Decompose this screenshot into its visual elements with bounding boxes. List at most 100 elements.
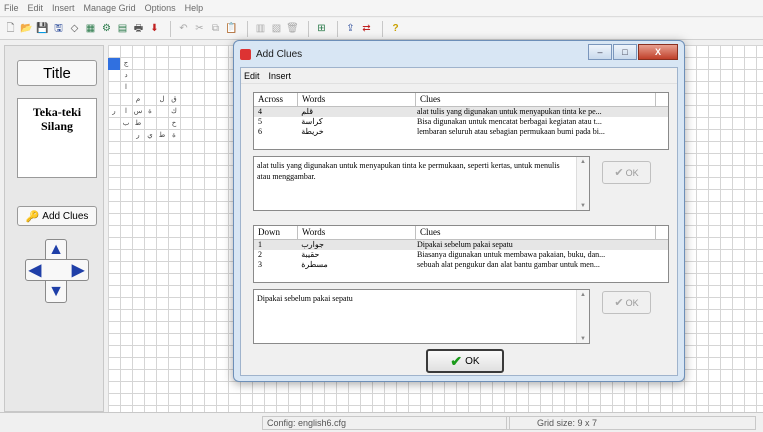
- scrollbar[interactable]: ▲ ▼: [576, 290, 589, 343]
- menu-options[interactable]: Options: [145, 3, 176, 13]
- across-row[interactable]: 4 قلم alat tulis yang digunakan untuk me…: [254, 107, 668, 117]
- menu-insert[interactable]: Insert: [52, 3, 75, 13]
- toolbar-separator: [337, 20, 338, 37]
- arrow-down-icon[interactable]: ⬇: [148, 22, 161, 35]
- clue-text: Dipakai sebelum pakai sepatu: [417, 240, 513, 249]
- layers-icon[interactable]: ▧: [270, 22, 283, 35]
- app-icon: [240, 48, 251, 60]
- grid-letter: ك: [171, 108, 177, 115]
- add-clues-dialog: Add Clues – □ X Edit Insert Across Words…: [233, 40, 685, 382]
- grid-letter: ا: [125, 108, 127, 115]
- open-folder-icon[interactable]: 📂: [20, 22, 33, 35]
- column-header-words[interactable]: Words: [298, 226, 416, 239]
- title-button[interactable]: Title: [17, 60, 97, 86]
- undo-icon[interactable]: ↶: [177, 22, 190, 35]
- clue-text: lembaran seluruh atau sebagian permukaan…: [417, 127, 605, 136]
- clue-word: قلم: [301, 107, 314, 116]
- scrollbar[interactable]: ▲ ▼: [576, 157, 589, 210]
- shape-icon[interactable]: ◇: [68, 22, 81, 35]
- ok-label: OK: [465, 355, 480, 367]
- grid-letter: ا: [125, 84, 127, 91]
- sync-icon[interactable]: ⇄: [360, 22, 373, 35]
- menu-manage-grid[interactable]: Manage Grid: [84, 3, 136, 13]
- clue-word: كراسة: [301, 117, 323, 126]
- print-icon[interactable]: 🖶: [132, 22, 145, 35]
- down-ok-button[interactable]: ✔ OK: [602, 291, 651, 314]
- minimize-button[interactable]: –: [588, 44, 612, 60]
- column-header-down[interactable]: Down: [254, 226, 298, 239]
- across-clue-editor[interactable]: alat tulis yang digunakan untuk menyapuk…: [253, 156, 590, 211]
- grid-letter: ة: [148, 108, 152, 115]
- down-clue-text: Dipakai sebelum pakai sepatu: [257, 294, 353, 303]
- column-header-words[interactable]: Words: [298, 93, 416, 106]
- checkmark-icon: ✔: [450, 352, 463, 369]
- grid-cursor-cell[interactable]: [108, 58, 120, 70]
- fill-icon[interactable]: ▥: [254, 22, 267, 35]
- column-header-clues[interactable]: Clues: [416, 226, 656, 239]
- column-header-clues[interactable]: Clues: [416, 93, 656, 106]
- menu-bar: File Edit Insert Manage Grid Options Hel…: [0, 0, 763, 17]
- grid-resize-icon[interactable]: ⊞: [315, 22, 328, 35]
- clue-text: Biasanya digunakan untuk membawa pakaian…: [417, 250, 606, 259]
- status-config: Config: english6.cfg: [262, 416, 510, 430]
- clue-word: خريطة: [301, 127, 324, 136]
- clue-word: جوارب: [301, 240, 324, 249]
- dialog-ok-button[interactable]: ✔ OK: [426, 349, 504, 373]
- column-header-across[interactable]: Across: [254, 93, 298, 106]
- column-header-spacer: [656, 226, 668, 239]
- new-file-icon[interactable]: 🗋: [4, 22, 17, 35]
- cut-icon[interactable]: ✂: [193, 22, 206, 35]
- grid-icon[interactable]: ▦: [84, 22, 97, 35]
- delete-icon[interactable]: 🗑: [286, 22, 299, 35]
- puzzle-title-text: Teka-teki Silang: [17, 98, 97, 178]
- clue-text: alat tulis yang digunakan untuk menyapuk…: [417, 107, 602, 116]
- arrow-right-icon[interactable]: ▶: [69, 263, 87, 279]
- dialog-menu-insert[interactable]: Insert: [269, 71, 292, 81]
- toolbar-separator: [247, 20, 248, 37]
- grid-letter: ط: [134, 120, 142, 127]
- save-icon[interactable]: 💾: [36, 22, 49, 35]
- across-ok-button[interactable]: ✔ OK: [602, 161, 651, 184]
- export-icon[interactable]: ⇪: [344, 22, 357, 35]
- clue-number: 5: [258, 117, 262, 126]
- maximize-button[interactable]: □: [613, 44, 637, 60]
- down-row[interactable]: 1 جوارب Dipakai sebelum pakai sepatu: [254, 240, 668, 250]
- arrow-up-icon[interactable]: ▲: [47, 242, 65, 258]
- close-button[interactable]: X: [638, 44, 678, 60]
- arrow-down-icon[interactable]: ▼: [47, 284, 65, 300]
- dialog-titlebar[interactable]: Add Clues – □ X: [234, 41, 684, 67]
- grid-letter: ج: [123, 60, 129, 67]
- save-as-icon[interactable]: 🖫: [52, 22, 65, 35]
- across-row[interactable]: 6 خريطة lembaran seluruh atau sebagian p…: [254, 127, 668, 137]
- across-clues-list[interactable]: Across Words Clues 4 قلم alat tulis yang…: [253, 92, 669, 150]
- down-clues-list[interactable]: Down Words Clues 1 جوارب Dipakai sebelum…: [253, 225, 669, 283]
- down-row[interactable]: 2 حقيبة Biasanya digunakan untuk membawa…: [254, 250, 668, 260]
- copy-icon[interactable]: ⧉: [209, 22, 222, 35]
- down-row[interactable]: 3 مسطرة sebuah alat pengukur dan alat ba…: [254, 260, 668, 270]
- grid-letter: ق: [171, 96, 177, 103]
- dialog-menu-edit[interactable]: Edit: [244, 71, 260, 81]
- help-icon[interactable]: ?: [389, 22, 402, 35]
- menu-file[interactable]: File: [4, 3, 19, 13]
- across-row[interactable]: 5 كراسة Bisa digunakan untuk mencatat be…: [254, 117, 668, 127]
- paste-icon[interactable]: 📋: [225, 22, 238, 35]
- menu-edit[interactable]: Edit: [28, 3, 44, 13]
- down-clue-editor[interactable]: Dipakai sebelum pakai sepatu ▲ ▼: [253, 289, 590, 344]
- arrow-left-icon[interactable]: ◀: [26, 263, 44, 279]
- clue-text: Bisa digunakan untuk mencatat berbagai k…: [417, 117, 602, 126]
- clue-word: مسطرة: [301, 260, 328, 269]
- left-panel: Title Teka-teki Silang 🔑 Add Clues ▲ ▼ ◀…: [4, 45, 104, 412]
- menu-help[interactable]: Help: [185, 3, 204, 13]
- key-icon: 🔑: [25, 210, 40, 223]
- grid-letter: د: [124, 72, 128, 79]
- clue-text: sebuah alat pengukur dan alat bantu gamb…: [417, 260, 600, 269]
- add-clues-button[interactable]: 🔑 Add Clues: [17, 206, 97, 226]
- page-icon[interactable]: ▤: [116, 22, 129, 35]
- across-clue-text: alat tulis yang digunakan untuk menyapuk…: [257, 161, 560, 181]
- settings-icon[interactable]: ⚙: [100, 22, 113, 35]
- clue-word: حقيبة: [301, 250, 320, 259]
- ok-label: OK: [625, 297, 639, 308]
- grid-letter: ط: [158, 132, 166, 139]
- toolbar-separator: [382, 20, 383, 37]
- down-list-header: Down Words Clues: [254, 226, 668, 240]
